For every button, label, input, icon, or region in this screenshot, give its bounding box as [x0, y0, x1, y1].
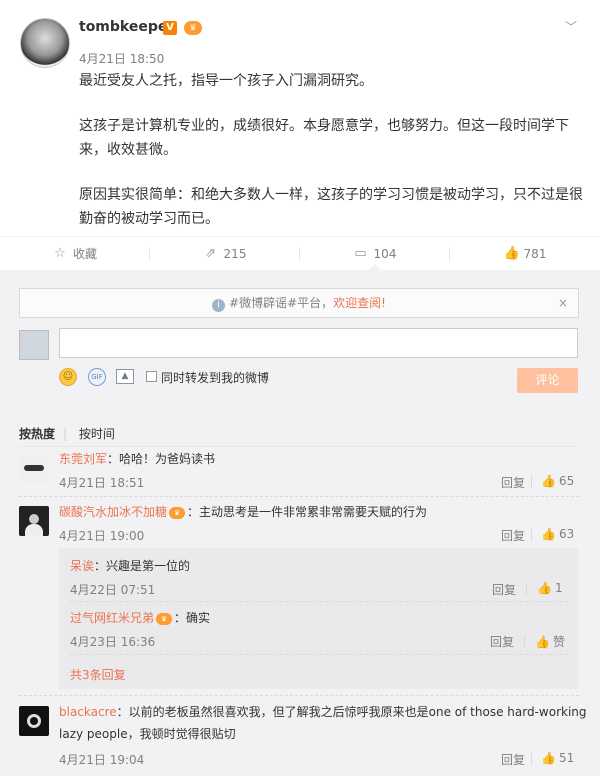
comment-count: 104 [373, 246, 397, 261]
share-icon: ⇗ [205, 245, 216, 261]
repost-checkbox-label[interactable]: 同时转发到我的微博 [161, 369, 269, 386]
reply-button[interactable]: 回复 [501, 474, 525, 491]
like-button[interactable]: 👍 781 [450, 237, 600, 270]
info-icon: i [212, 299, 226, 312]
commenter-avatar[interactable] [19, 706, 49, 736]
comment-text: 东莞刘军：哈哈！为爸妈读书 [59, 452, 216, 466]
notice-text: #微博辟谣#平台， [229, 296, 334, 310]
current-user-avatar[interactable] [19, 330, 49, 360]
thumbs-up-icon: 👍 [541, 751, 556, 765]
author-avatar[interactable] [20, 18, 70, 68]
post-paragraph: 这孩子是计算机专业的，成绩很好。本身愿意学，也够努力。但这一段时间学下来，收效甚… [79, 118, 569, 158]
tab-divider: | [63, 427, 68, 441]
post-paragraph: 最近受友人之托，指导一个孩子入门漏洞研究。 [79, 73, 373, 89]
verified-badge-icon: V [163, 21, 177, 35]
emoji-icon[interactable]: ☺ [59, 368, 77, 386]
comment-time: 4月21日 18:51 [59, 476, 145, 490]
like-count: 781 [523, 246, 547, 261]
thumbs-up-icon: 👍 [537, 581, 552, 595]
reply-time: 4月22日 07:51 [70, 583, 156, 597]
repost-checkbox[interactable] [146, 371, 157, 382]
favorite-button[interactable]: ☆ 收藏 [0, 237, 150, 270]
gif-icon[interactable]: GIF [88, 368, 106, 386]
chevron-down-icon[interactable]: ﹀ [565, 18, 579, 34]
replier-name[interactable]: 过气网红米兄弟 [70, 611, 154, 625]
close-icon[interactable]: × [558, 289, 568, 317]
reply-time: 4月23日 16:36 [70, 635, 156, 649]
reply-button[interactable]: 回复 [501, 527, 525, 544]
comment-icon: ▭ [354, 245, 367, 261]
author-name[interactable]: tombkeeper [79, 19, 174, 35]
weibo-post: tombkeeper V ♛ ﹀ 4月21日 18:50 最近受友人之托，指导一… [0, 0, 600, 271]
commenter-name[interactable]: 碳酸汽水加冰不加糖 [59, 505, 167, 519]
commenter-avatar[interactable] [19, 506, 49, 536]
divider [19, 446, 579, 447]
comment-input[interactable] [59, 328, 578, 358]
vip-crown-icon: ♛ [156, 612, 173, 625]
comment-time: 4月21日 19:00 [59, 529, 145, 543]
comment-text-continued: lazy people，我顿时觉得很贴切 [59, 727, 236, 741]
reply-like-button[interactable]: 👍 赞 [535, 633, 565, 650]
divider [19, 496, 579, 497]
comment-time: 4月21日 19:04 [59, 753, 145, 767]
divider [70, 601, 568, 602]
star-icon: ☆ [54, 245, 66, 261]
submit-comment-button[interactable]: 评论 [517, 368, 578, 393]
forward-count: 215 [223, 246, 247, 261]
comment-like-button[interactable]: 👍 51 [541, 751, 574, 765]
reply-button[interactable]: 回复 [492, 581, 516, 598]
thumbs-up-icon: 👍 [535, 635, 550, 649]
commenter-name[interactable]: 东莞刘军 [59, 452, 107, 466]
thumbs-up-icon: 👍 [503, 245, 520, 261]
reply-button[interactable]: 回复 [501, 751, 525, 768]
commenter-avatar[interactable] [19, 454, 49, 484]
comment-like-button[interactable]: 👍 65 [541, 474, 574, 488]
comment-sort-tabs: 按热度 | 按时间 [19, 425, 123, 442]
image-icon[interactable]: ▲ [116, 369, 134, 384]
post-paragraph: 原因其实很简单：和绝大多数人一样，这孩子的学习习惯是被动学习，只不过是很勤奋的被… [79, 187, 583, 227]
post-time[interactable]: 4月21日 18:50 [79, 50, 164, 67]
tab-sort-hot[interactable]: 按热度 [19, 427, 55, 441]
more-replies-link[interactable]: 共3条回复 [70, 666, 126, 683]
post-actions-bar: ☆ 收藏 ⇗ 215 ▭ 104 👍 781 [0, 236, 600, 271]
comment-text: 碳酸汽水加冰不加糖 ♛ ：主动思考是一件非常累非常需要天赋的行为 [59, 505, 428, 519]
thumbs-up-icon: 👍 [541, 474, 556, 488]
tab-sort-time[interactable]: 按时间 [79, 427, 115, 441]
reply-like-button[interactable]: 👍 1 [537, 581, 563, 595]
divider [19, 695, 579, 696]
comment-button[interactable]: ▭ 104 [300, 237, 450, 271]
rumor-notice-banner: i #微博辟谣#平台，欢迎查阅! × [19, 288, 579, 318]
reply-button[interactable]: 回复 [490, 633, 514, 650]
vip-crown-icon: ♛ [169, 506, 186, 519]
vip-crown-icon[interactable]: ♛ [184, 21, 202, 35]
commenter-name[interactable]: blackacre [59, 705, 117, 719]
favorite-label: 收藏 [72, 247, 97, 261]
thumbs-up-icon: 👍 [541, 527, 556, 541]
divider [70, 654, 568, 655]
comment-text: blackacre：以前的老板虽然很喜欢我，但了解我之后惊呼我原来也是one o… [59, 705, 587, 719]
comment-like-button[interactable]: 👍 63 [541, 527, 574, 541]
notice-link[interactable]: 欢迎查阅! [333, 296, 386, 310]
reply-text: 呆诶：兴趣是第一位的 [70, 559, 191, 573]
replier-name[interactable]: 呆诶 [70, 559, 94, 573]
reply-text: 过气网红米兄弟 ♛ ：确实 [70, 611, 211, 625]
forward-button[interactable]: ⇗ 215 [150, 237, 300, 270]
